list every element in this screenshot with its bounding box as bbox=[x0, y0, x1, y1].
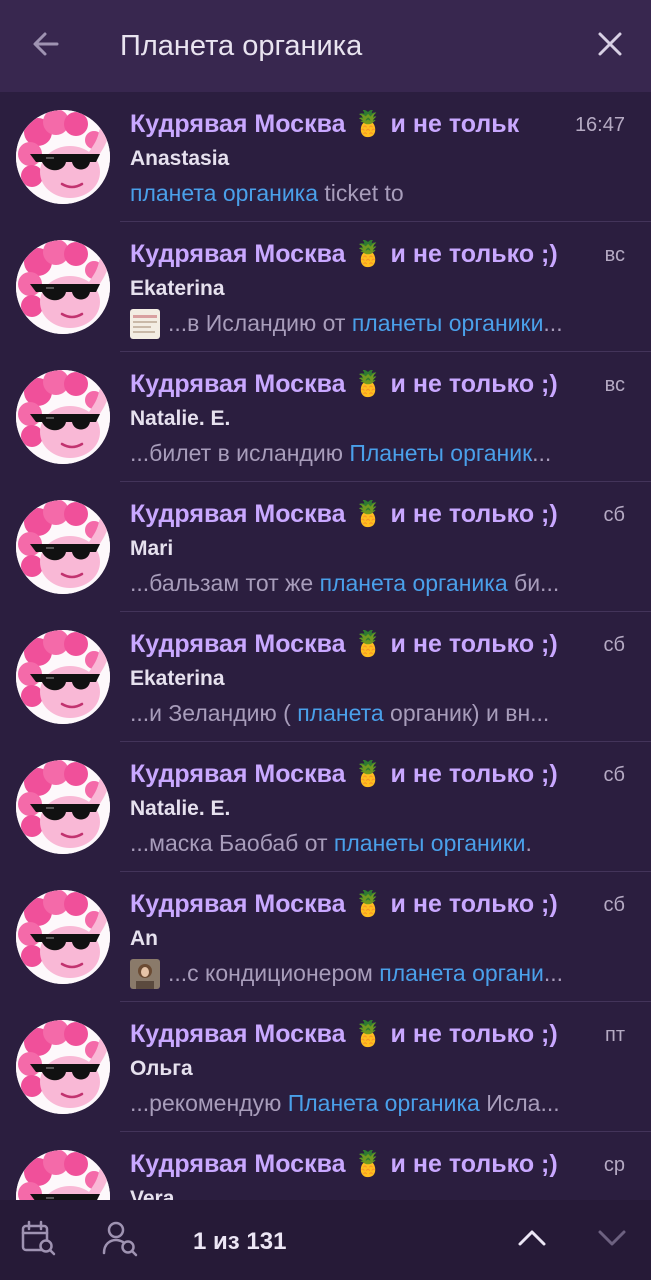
next-result-button[interactable] bbox=[588, 1216, 636, 1264]
search-result-item[interactable]: Кудрявая Москва 🍍 и не только ;) пт Ольга.… bbox=[0, 1002, 651, 1132]
message-time: сб bbox=[603, 894, 625, 916]
search-navigation-bar: 1 из 131 bbox=[0, 1200, 651, 1280]
snippet-match: планета органика bbox=[130, 180, 319, 206]
snippet-text: ...бальзам тот же bbox=[130, 570, 320, 596]
message-snippet: ...рекомендую Планета органика Исла... bbox=[130, 1090, 605, 1117]
search-result-item[interactable]: Кудрявая Москва 🍍 и не тольк 16:47 Anastas… bbox=[0, 92, 651, 222]
snippet-match: планета bbox=[297, 700, 384, 726]
message-time: вс bbox=[604, 374, 625, 396]
snippet-text: . bbox=[525, 830, 532, 856]
snippet-match: Планеты органик bbox=[349, 440, 533, 466]
sender-name: Ольга bbox=[130, 1057, 193, 1080]
search-by-sender-button[interactable] bbox=[96, 1216, 144, 1264]
snippet-text: ...рекомендую bbox=[130, 1090, 288, 1116]
snippet-text: ...и Зеландию ( bbox=[130, 700, 298, 726]
message-time: пт bbox=[605, 1024, 625, 1046]
chat-title: Кудрявая Москва 🍍 и не только ;) bbox=[130, 240, 558, 268]
chat-avatar bbox=[16, 1150, 110, 1200]
message-snippet: ...и Зеландию ( планета органик) и вн... bbox=[130, 700, 605, 727]
search-result-item[interactable]: Кудрявая Москва 🍍 и не только ;) сб Mari..… bbox=[0, 482, 651, 612]
sender-name: Natalie. E. bbox=[130, 407, 231, 430]
search-result-item[interactable]: Кудрявая Москва 🍍 и не только ;) сб An ...с… bbox=[0, 872, 651, 1002]
snippet-text: ... bbox=[543, 960, 564, 986]
chat-avatar bbox=[16, 500, 110, 594]
search-input[interactable] bbox=[120, 24, 560, 68]
message-time: сб bbox=[603, 764, 625, 786]
sender-name: Ekaterina bbox=[130, 667, 225, 690]
chat-avatar bbox=[16, 1020, 110, 1114]
message-time: 16:47 bbox=[574, 114, 625, 136]
snippet-match: планета органика bbox=[319, 570, 508, 596]
search-result-item[interactable]: Кудрявая Москва 🍍 и не только ;) ср Vera bbox=[0, 1132, 651, 1200]
result-counter: 1 из 131 bbox=[193, 1228, 287, 1255]
snippet-text: ticket to bbox=[318, 180, 404, 206]
chat-title: Кудрявая Москва 🍍 и не только ;) bbox=[130, 500, 558, 528]
search-result-item[interactable]: Кудрявая Москва 🍍 и не только ;) сб Ekater… bbox=[0, 612, 651, 742]
sender-name: Vera bbox=[130, 1187, 175, 1200]
calendar-search-icon bbox=[18, 1218, 58, 1263]
message-time: сб bbox=[603, 504, 625, 526]
user-search-icon bbox=[100, 1218, 140, 1263]
message-snippet: планета органика ticket to bbox=[130, 180, 605, 207]
search-results-list[interactable]: Кудрявая Москва 🍍 и не тольк 16:47 Anastas… bbox=[0, 92, 651, 1200]
sender-name: An bbox=[130, 927, 158, 950]
message-snippet: ...в Исландию от планеты органики... bbox=[168, 310, 600, 337]
chat-avatar bbox=[16, 110, 110, 204]
chevron-down-icon bbox=[596, 1222, 628, 1259]
photo-thumbnail bbox=[130, 959, 160, 989]
search-result-item[interactable]: Кудрявая Москва 🍍 и не только ;) сб Natali… bbox=[0, 742, 651, 872]
document-thumbnail bbox=[130, 309, 160, 339]
chat-avatar bbox=[16, 760, 110, 854]
chat-title: Кудрявая Москва 🍍 и не только ;) bbox=[130, 630, 558, 658]
snippet-text: ... bbox=[543, 310, 563, 336]
chat-title: Кудрявая Москва 🍍 и не тольк bbox=[130, 110, 520, 138]
snippet-text: ...билет в исландию bbox=[130, 440, 350, 466]
snippet-text: органик) и вн... bbox=[383, 700, 550, 726]
snippet-text: би... bbox=[507, 570, 560, 596]
chat-title: Кудрявая Москва 🍍 и не только ;) bbox=[130, 890, 558, 918]
snippet-text: ...в Исландию от bbox=[168, 310, 352, 336]
chat-title: Кудрявая Москва 🍍 и не только ;) bbox=[130, 370, 558, 398]
clear-search-button[interactable] bbox=[586, 22, 634, 70]
search-result-item[interactable]: Кудрявая Москва 🍍 и не только ;) вс Ekater… bbox=[0, 222, 651, 352]
snippet-match: планеты органики bbox=[333, 830, 526, 856]
message-time: сб bbox=[603, 634, 625, 656]
snippet-text: ... bbox=[532, 440, 552, 466]
previous-result-button[interactable] bbox=[508, 1216, 556, 1264]
chat-title: Кудрявая Москва 🍍 и не только ;) bbox=[130, 1150, 558, 1178]
snippet-match: планеты органики bbox=[351, 310, 544, 336]
snippet-text: Исла... bbox=[479, 1090, 560, 1116]
arrow-left-icon bbox=[31, 29, 61, 64]
search-result-item[interactable]: Кудрявая Москва 🍍 и не только ;) вс Natali… bbox=[0, 352, 651, 482]
snippet-text: ...маска Баобаб от bbox=[130, 830, 334, 856]
snippet-text: ...с кондиционером bbox=[168, 960, 380, 986]
chat-avatar bbox=[16, 630, 110, 724]
sender-name: Anastasia bbox=[130, 147, 230, 170]
sender-name: Mari bbox=[130, 537, 174, 560]
search-by-date-button[interactable] bbox=[14, 1216, 62, 1264]
message-snippet: ...билет в исландию Планеты органик... bbox=[130, 440, 605, 467]
sender-name: Natalie. E. bbox=[130, 797, 231, 820]
chat-avatar bbox=[16, 890, 110, 984]
message-snippet: ...маска Баобаб от планеты органики. bbox=[130, 830, 605, 857]
message-time: ср bbox=[603, 1154, 625, 1176]
search-header bbox=[0, 0, 651, 92]
chat-title: Кудрявая Москва 🍍 и не только ;) bbox=[130, 760, 558, 788]
chat-title: Кудрявая Москва 🍍 и не только ;) bbox=[130, 1020, 558, 1048]
message-time: вс bbox=[604, 244, 625, 266]
chat-avatar bbox=[16, 240, 110, 334]
back-button[interactable] bbox=[22, 22, 70, 70]
snippet-match: Планета органика bbox=[287, 1090, 480, 1116]
chevron-up-icon bbox=[516, 1222, 548, 1259]
message-snippet: ...бальзам тот же планета органика би... bbox=[130, 570, 605, 597]
close-icon bbox=[597, 31, 623, 62]
snippet-match: планета органи bbox=[379, 960, 544, 986]
sender-name: Ekaterina bbox=[130, 277, 225, 300]
chat-avatar bbox=[16, 370, 110, 464]
message-snippet: ...с кондиционером планета органи... bbox=[168, 960, 600, 987]
